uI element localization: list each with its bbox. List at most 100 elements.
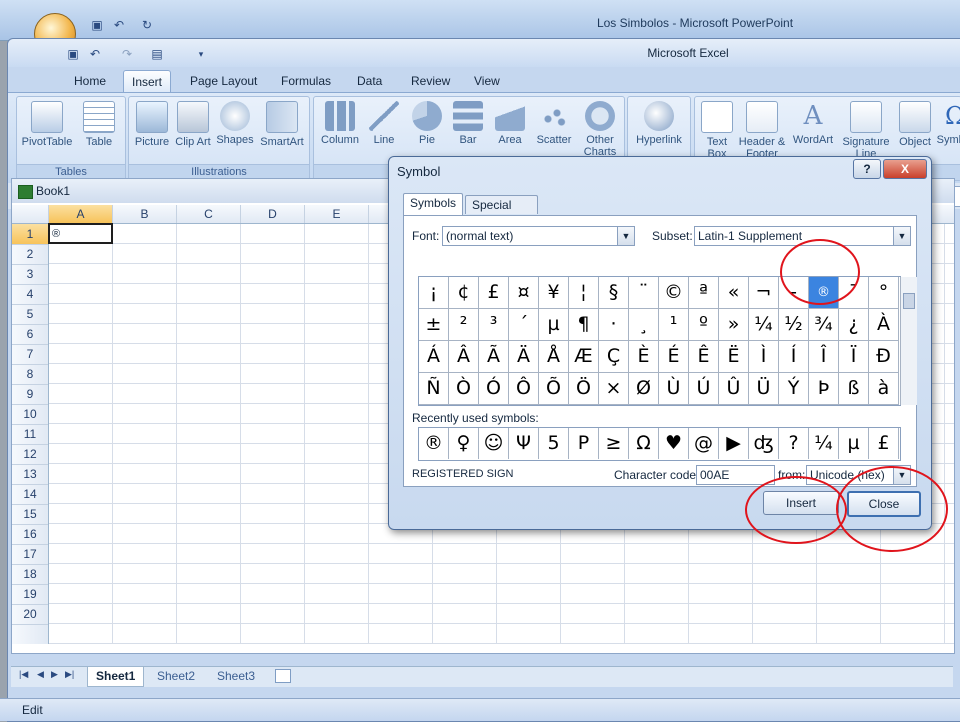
insert-button[interactable]: Insert	[763, 491, 839, 515]
symbol-cell[interactable]: ¤	[509, 277, 539, 309]
row-header-18[interactable]: 18	[12, 564, 48, 585]
row-header-19[interactable]: 19	[12, 584, 48, 605]
column-header-c[interactable]: C	[177, 205, 241, 223]
symbol-grid-scrollbar[interactable]	[900, 277, 917, 405]
symbol-cell[interactable]: À	[869, 309, 899, 341]
tab-formulas[interactable]: Formulas	[273, 70, 339, 92]
symbol-cell[interactable]: ¨	[629, 277, 659, 309]
symbol-cell[interactable]: ²	[449, 309, 479, 341]
symbol-cell[interactable]: Í	[779, 341, 809, 373]
signature-line-button[interactable]: Signature Line	[839, 101, 893, 160]
symbol-cell[interactable]: Û	[719, 373, 749, 405]
symbol-cell[interactable]: ¶	[569, 309, 599, 341]
area-chart-button[interactable]: Area	[490, 101, 530, 146]
symbol-cell[interactable]: ¾	[809, 309, 839, 341]
symbol-cell[interactable]: Þ	[809, 373, 839, 405]
row-header-9[interactable]: 9	[12, 384, 48, 405]
symbol-cell[interactable]: «	[719, 277, 749, 309]
symbol-cell[interactable]: ¡	[419, 277, 449, 309]
row-header-1[interactable]: 1	[12, 224, 48, 245]
symbol-cell[interactable]: Â	[449, 341, 479, 373]
last-sheet-icon[interactable]: ▶|	[65, 669, 74, 680]
recent-symbol-cell[interactable]: ?	[779, 428, 809, 459]
character-code-input[interactable]: 00AE	[696, 465, 775, 485]
hyperlink-button[interactable]: Hyperlink	[632, 101, 686, 146]
tab-page-layout[interactable]: Page Layout	[182, 70, 265, 92]
symbol-cell[interactable]: Ã	[479, 341, 509, 373]
symbol-cell[interactable]: Æ	[569, 341, 599, 373]
symbol-cell[interactable]: Ç	[599, 341, 629, 373]
symbol-cell[interactable]: ¯	[839, 277, 869, 309]
cell-a1[interactable]: ®	[48, 223, 113, 244]
sheet-tab-sheet3[interactable]: Sheet3	[209, 667, 263, 686]
other-charts-button[interactable]: Other Charts	[578, 101, 622, 158]
column-header-b[interactable]: B	[113, 205, 177, 223]
tab-special-characters[interactable]: Special Characters	[465, 195, 538, 230]
symbol-cell[interactable]: §	[599, 277, 629, 309]
symbol-cell[interactable]: Ê	[689, 341, 719, 373]
row-header-14[interactable]: 14	[12, 484, 48, 505]
subset-select[interactable]: Latin-1 Supplement ▼	[694, 226, 911, 246]
font-dropdown-icon[interactable]: ▼	[617, 227, 634, 245]
recent-symbol-cell[interactable]: Ω	[629, 428, 659, 459]
symbol-cell[interactable]: ¢	[449, 277, 479, 309]
symbol-cell[interactable]: ½	[779, 309, 809, 341]
symbol-cell[interactable]: à	[869, 373, 899, 405]
row-header-2[interactable]: 2	[12, 244, 48, 265]
font-select[interactable]: (normal text) ▼	[442, 226, 635, 246]
column-chart-button[interactable]: Column	[318, 101, 362, 146]
from-dropdown-icon[interactable]: ▼	[893, 466, 910, 484]
symbol-cell[interactable]: Ô	[509, 373, 539, 405]
symbol-cell[interactable]: Ï	[839, 341, 869, 373]
close-button[interactable]: Close	[847, 491, 921, 517]
row-header-10[interactable]: 10	[12, 404, 48, 425]
recent-symbol-cell[interactable]: @	[689, 428, 719, 459]
symbol-cell[interactable]: -	[779, 277, 809, 309]
symbol-button[interactable]: Ω Symbol	[935, 101, 960, 146]
symbol-cell[interactable]: Î	[809, 341, 839, 373]
first-sheet-icon[interactable]: |◀	[19, 669, 28, 680]
symbol-cell[interactable]: ³	[479, 309, 509, 341]
recent-symbol-cell[interactable]: P	[569, 428, 599, 459]
shapes-button[interactable]: Shapes	[215, 101, 255, 146]
picture-button[interactable]: Picture	[133, 101, 171, 148]
recent-symbol-cell[interactable]: µ	[839, 428, 869, 459]
symbol-cell[interactable]: Ü	[749, 373, 779, 405]
symbol-cell[interactable]: Á	[419, 341, 449, 373]
symbol-cell[interactable]: Ø	[629, 373, 659, 405]
recent-symbol-cell[interactable]: 5	[539, 428, 569, 459]
symbol-cell[interactable]: Õ	[539, 373, 569, 405]
dialog-close-x-button[interactable]: X	[883, 159, 927, 179]
symbol-cell[interactable]: °	[869, 277, 899, 309]
row-header-20[interactable]: 20	[12, 604, 48, 625]
prev-sheet-icon[interactable]: ◀	[37, 669, 44, 680]
row-header-8[interactable]: 8	[12, 364, 48, 385]
clip-art-button[interactable]: Clip Art	[175, 101, 211, 148]
symbol-cell[interactable]: Ò	[449, 373, 479, 405]
row-header-5[interactable]: 5	[12, 304, 48, 325]
pie-chart-button[interactable]: Pie	[408, 101, 446, 146]
recent-symbol-cell[interactable]: £	[869, 428, 899, 459]
recent-symbol-cell[interactable]: ®	[419, 428, 449, 459]
recent-symbol-cell[interactable]: ☺	[479, 428, 509, 459]
symbol-cell[interactable]: ¦	[569, 277, 599, 309]
row-header-3[interactable]: 3	[12, 264, 48, 285]
sheet-tab-sheet2[interactable]: Sheet2	[149, 667, 203, 686]
recent-symbol-cell[interactable]: ʤ	[749, 428, 779, 459]
object-button[interactable]: Object	[897, 101, 933, 148]
symbol-cell[interactable]: ´	[509, 309, 539, 341]
row-header-15[interactable]: 15	[12, 504, 48, 525]
row-header-7[interactable]: 7	[12, 344, 48, 365]
header-footer-button[interactable]: Header & Footer	[737, 101, 787, 160]
tab-home[interactable]: Home	[66, 70, 114, 92]
recent-symbol-cell[interactable]: ≥	[599, 428, 629, 459]
symbol-cell[interactable]: µ	[539, 309, 569, 341]
select-all-corner[interactable]	[12, 205, 49, 223]
symbol-cell[interactable]: £	[479, 277, 509, 309]
symbol-cell[interactable]: É	[659, 341, 689, 373]
next-sheet-icon[interactable]: ▶	[51, 669, 58, 680]
symbol-cell[interactable]: Ö	[569, 373, 599, 405]
sheet-tab-sheet1[interactable]: Sheet1	[87, 667, 145, 687]
row-header-13[interactable]: 13	[12, 464, 48, 485]
symbol-cell[interactable]: ×	[599, 373, 629, 405]
